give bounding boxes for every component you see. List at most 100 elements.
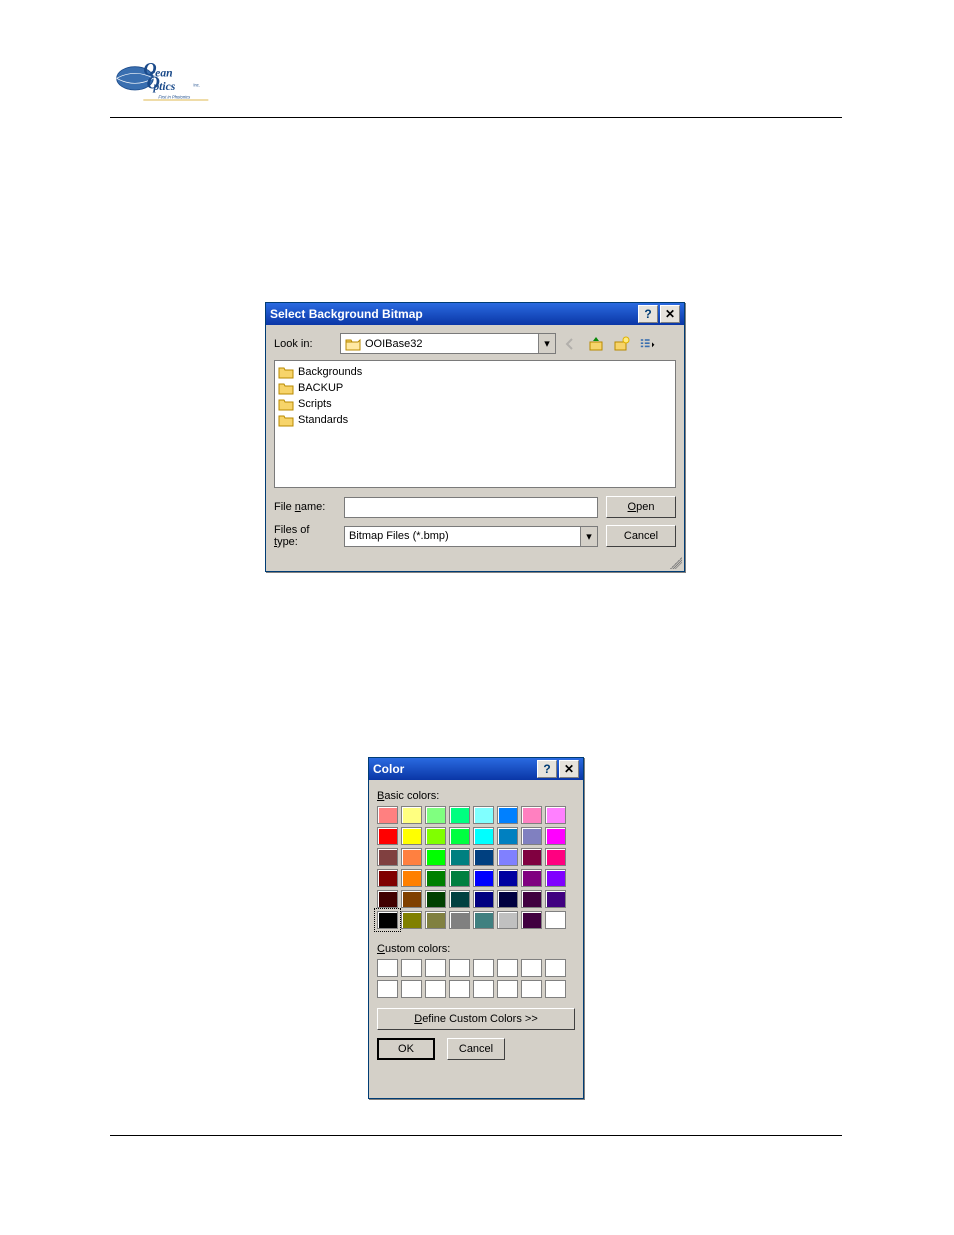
custom-color-slot[interactable] <box>545 959 566 977</box>
color-swatch[interactable] <box>425 890 446 908</box>
custom-color-slot[interactable] <box>401 959 422 977</box>
color-swatch[interactable] <box>545 806 566 824</box>
custom-color-slot[interactable] <box>521 980 542 998</box>
custom-color-slot[interactable] <box>473 980 494 998</box>
color-swatch[interactable] <box>401 911 422 929</box>
ok-button[interactable]: OK <box>377 1038 435 1060</box>
color-swatch[interactable] <box>521 827 542 845</box>
custom-color-slot[interactable] <box>401 980 422 998</box>
resize-grip[interactable] <box>670 557 682 569</box>
custom-color-grid <box>377 959 575 998</box>
company-logo: cean ptics Inc. O O First in Photonics <box>110 60 210 110</box>
color-swatch[interactable] <box>497 827 518 845</box>
view-menu-icon[interactable] <box>638 334 658 354</box>
color-swatch[interactable] <box>425 869 446 887</box>
new-folder-icon[interactable] <box>612 334 632 354</box>
custom-color-slot[interactable] <box>377 980 398 998</box>
color-swatch[interactable] <box>497 869 518 887</box>
open-button[interactable]: Open <box>606 496 676 518</box>
color-swatch[interactable] <box>473 911 494 929</box>
color-swatch[interactable] <box>377 911 398 929</box>
file-list[interactable]: Backgrounds BACKUP Scripts Standards <box>274 360 676 488</box>
list-item[interactable]: Standards <box>278 412 672 428</box>
list-item-label: Backgrounds <box>298 366 362 378</box>
color-swatch[interactable] <box>449 890 470 908</box>
color-swatch[interactable] <box>521 806 542 824</box>
lookin-value: OOIBase32 <box>365 338 538 350</box>
color-swatch[interactable] <box>401 848 422 866</box>
color-swatch[interactable] <box>473 827 494 845</box>
cancel-button[interactable]: Cancel <box>606 525 676 547</box>
chevron-down-icon[interactable]: ▾ <box>538 334 555 353</box>
lookin-combo[interactable]: OOIBase32 ▾ <box>340 333 556 354</box>
filetype-label: Files of type: <box>274 524 336 548</box>
close-button[interactable]: ✕ <box>559 760 579 778</box>
color-swatch[interactable] <box>377 848 398 866</box>
back-icon[interactable] <box>560 334 580 354</box>
color-swatch[interactable] <box>449 848 470 866</box>
basic-colors-label: Basic colors: <box>377 790 575 802</box>
color-swatch[interactable] <box>377 869 398 887</box>
color-swatch[interactable] <box>401 869 422 887</box>
footer-rule <box>110 1135 842 1136</box>
list-item-label: BACKUP <box>298 382 343 394</box>
file-open-dialog: Select Background Bitmap ? ✕ Look in: OO… <box>265 302 685 572</box>
color-swatch[interactable] <box>521 869 542 887</box>
custom-color-slot[interactable] <box>425 980 446 998</box>
up-one-level-icon[interactable] <box>586 334 606 354</box>
custom-color-slot[interactable] <box>449 980 470 998</box>
color-swatch[interactable] <box>449 869 470 887</box>
color-swatch[interactable] <box>497 890 518 908</box>
custom-color-slot[interactable] <box>545 980 566 998</box>
filename-input[interactable] <box>344 497 598 518</box>
color-swatch[interactable] <box>521 911 542 929</box>
color-swatch[interactable] <box>521 848 542 866</box>
color-swatch[interactable] <box>377 890 398 908</box>
color-swatch[interactable] <box>377 806 398 824</box>
custom-color-slot[interactable] <box>449 959 470 977</box>
dialog-title: Select Background Bitmap <box>270 307 636 321</box>
list-item-label: Scripts <box>298 398 332 410</box>
color-swatch[interactable] <box>401 806 422 824</box>
color-swatch[interactable] <box>401 827 422 845</box>
header-rule <box>110 117 842 118</box>
filetype-combo[interactable]: Bitmap Files (*.bmp) ▾ <box>344 526 598 547</box>
list-item[interactable]: BACKUP <box>278 380 672 396</box>
custom-color-slot[interactable] <box>497 959 518 977</box>
custom-color-slot[interactable] <box>521 959 542 977</box>
color-swatch[interactable] <box>521 890 542 908</box>
color-swatch[interactable] <box>545 869 566 887</box>
color-swatch[interactable] <box>497 806 518 824</box>
color-swatch[interactable] <box>545 827 566 845</box>
help-button[interactable]: ? <box>638 305 658 323</box>
color-swatch[interactable] <box>497 848 518 866</box>
color-swatch[interactable] <box>497 911 518 929</box>
color-swatch[interactable] <box>425 911 446 929</box>
color-swatch[interactable] <box>473 806 494 824</box>
cancel-button[interactable]: Cancel <box>447 1038 505 1060</box>
color-swatch[interactable] <box>473 848 494 866</box>
color-swatch[interactable] <box>401 890 422 908</box>
custom-color-slot[interactable] <box>497 980 518 998</box>
color-swatch[interactable] <box>425 848 446 866</box>
color-swatch[interactable] <box>545 890 566 908</box>
color-swatch[interactable] <box>425 827 446 845</box>
color-swatch[interactable] <box>449 806 470 824</box>
color-swatch[interactable] <box>473 890 494 908</box>
help-button[interactable]: ? <box>537 760 557 778</box>
close-button[interactable]: ✕ <box>660 305 680 323</box>
list-item[interactable]: Scripts <box>278 396 672 412</box>
color-swatch[interactable] <box>449 911 470 929</box>
color-swatch[interactable] <box>425 806 446 824</box>
custom-color-slot[interactable] <box>425 959 446 977</box>
custom-color-slot[interactable] <box>377 959 398 977</box>
define-custom-colors-button[interactable]: Define Custom Colors >> <box>377 1008 575 1030</box>
color-swatch[interactable] <box>377 827 398 845</box>
list-item[interactable]: Backgrounds <box>278 364 672 380</box>
color-swatch[interactable] <box>545 848 566 866</box>
chevron-down-icon[interactable]: ▾ <box>580 527 597 546</box>
custom-color-slot[interactable] <box>473 959 494 977</box>
color-swatch[interactable] <box>473 869 494 887</box>
color-swatch[interactable] <box>545 911 566 929</box>
color-swatch[interactable] <box>449 827 470 845</box>
